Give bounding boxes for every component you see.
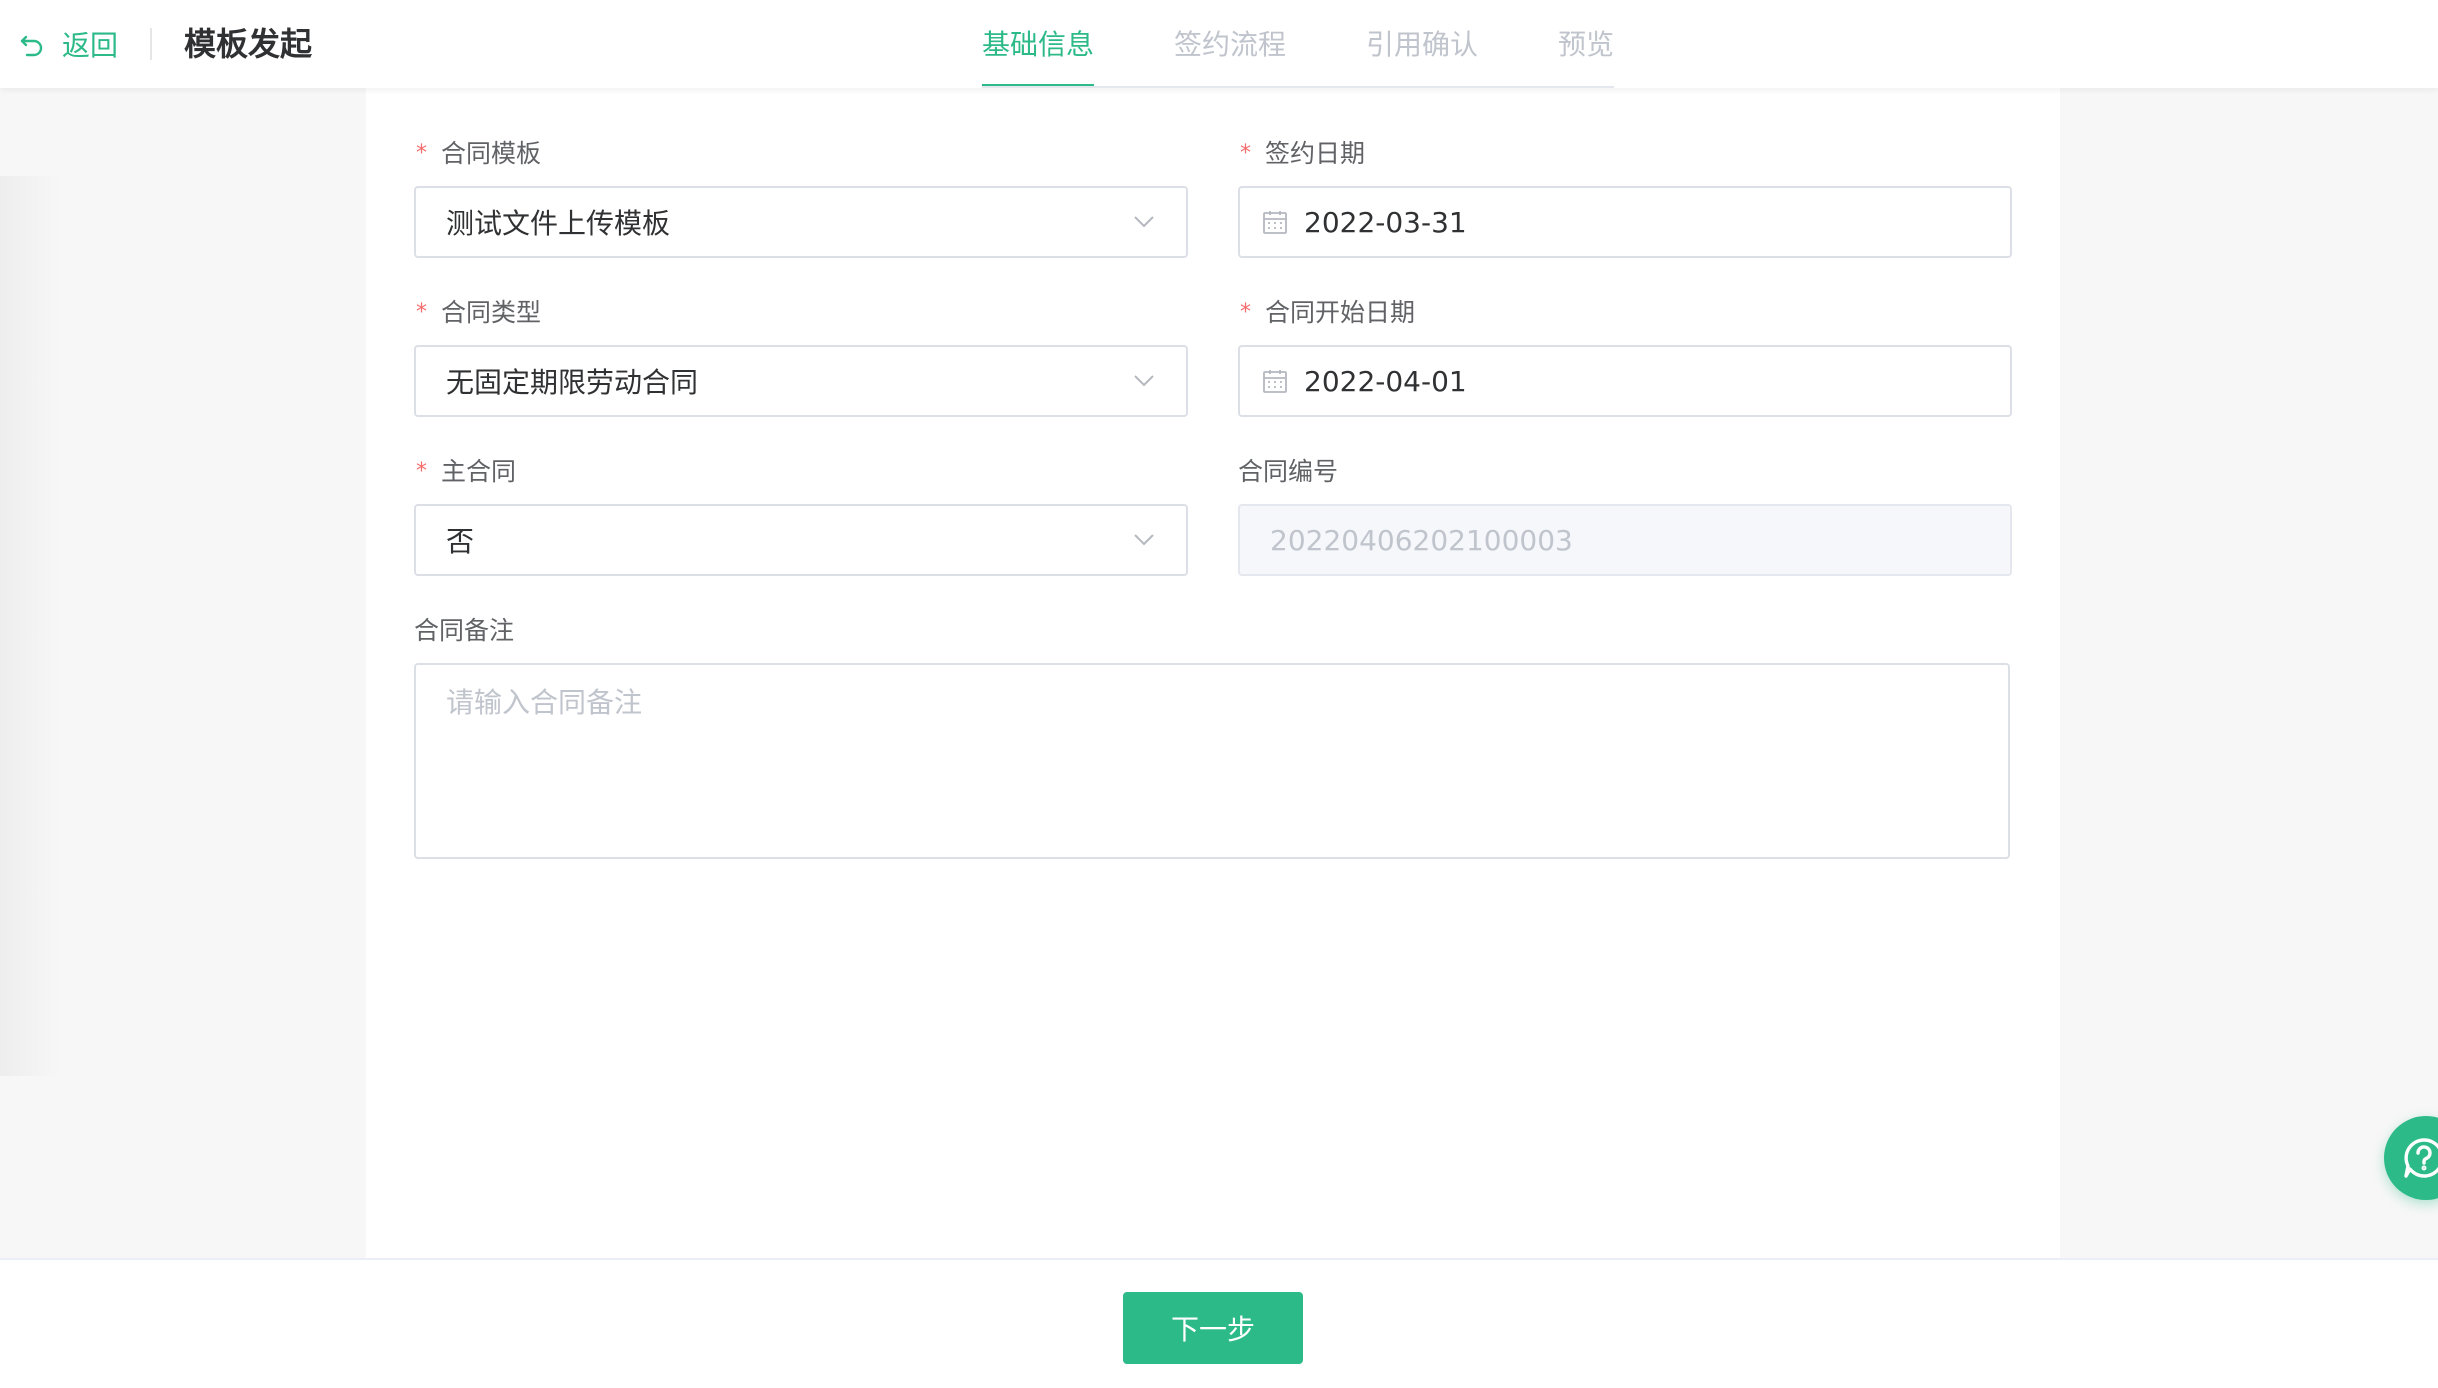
contract-type-value: 无固定期限劳动合同	[446, 366, 699, 399]
side-shadow	[0, 176, 60, 1076]
sign-date-picker[interactable]: 2022-03-31	[1238, 186, 2012, 258]
main-contract-select[interactable]: 否	[414, 504, 1188, 576]
field-contract-type: * 合同类型 无固定期限劳动合同	[414, 295, 1188, 417]
field-label: * 主合同	[414, 454, 1188, 490]
field-template: * 合同模板 测试文件上传模板	[414, 136, 1188, 258]
field-label: 合同备注	[414, 616, 515, 645]
field-main-contract: * 主合同 否	[414, 454, 1188, 576]
start-date-picker[interactable]: 2022-04-01	[1238, 345, 2012, 417]
tab-signing-flow[interactable]: 签约流程	[1174, 0, 1286, 88]
top-header: 返回 模板发起 基础信息 签约流程 引用确认 预览	[0, 0, 2438, 88]
remark-textarea[interactable]: 请输入合同备注	[414, 663, 2010, 859]
step-tabs: 基础信息 签约流程 引用确认 预览	[982, 0, 1614, 88]
chevron-down-icon	[1132, 528, 1156, 552]
template-select[interactable]: 测试文件上传模板	[414, 186, 1188, 258]
calendar-icon	[1262, 368, 1288, 394]
field-start-date: * 合同开始日期 2022-04-01	[1238, 295, 2012, 417]
help-float-button[interactable]	[2384, 1116, 2438, 1200]
required-mark: *	[416, 459, 427, 484]
footer-bar: 下一步	[0, 1258, 2438, 1388]
field-label: * 合同类型	[414, 295, 1188, 331]
start-date-value: 2022-04-01	[1304, 364, 1467, 398]
tabs-baseline	[982, 86, 1614, 88]
required-mark: *	[416, 300, 427, 325]
template-value: 测试文件上传模板	[446, 207, 671, 240]
calendar-icon	[1262, 209, 1288, 235]
page-title: 模板发起	[184, 25, 313, 63]
sign-date-value: 2022-03-31	[1304, 205, 1467, 239]
main-contract-value: 否	[446, 525, 475, 558]
contract-type-select[interactable]: 无固定期限劳动合同	[414, 345, 1188, 417]
required-mark: *	[1240, 300, 1251, 325]
tab-preview[interactable]: 预览	[1558, 0, 1614, 88]
tab-basic-info[interactable]: 基础信息	[982, 0, 1095, 88]
field-label: 合同编号	[1238, 457, 1339, 486]
tab-reference-confirm[interactable]: 引用确认	[1366, 0, 1478, 88]
required-mark: *	[416, 141, 427, 166]
required-mark: *	[1240, 141, 1251, 166]
field-contract-no: 合同编号 20220406202100003	[1238, 454, 2012, 576]
field-label: * 合同模板	[414, 136, 1188, 172]
contract-no-input: 20220406202100003	[1238, 504, 2012, 576]
chevron-down-icon	[1132, 210, 1156, 234]
field-label: * 签约日期	[1238, 136, 2012, 172]
contract-no-value: 20220406202100003	[1270, 523, 1573, 557]
field-label: * 合同开始日期	[1238, 295, 2012, 331]
back-label: 返回	[62, 29, 119, 62]
chevron-down-icon	[1132, 369, 1156, 393]
back-button[interactable]: 返回	[16, 22, 118, 66]
help-question-icon	[2402, 1136, 2438, 1180]
next-step-button[interactable]: 下一步	[1123, 1292, 1303, 1364]
undo-arrow-icon	[16, 28, 48, 60]
header-divider	[150, 28, 152, 60]
form-panel: * 合同模板 测试文件上传模板 * 签约日期 2022-03-31 * 合同类型…	[366, 88, 2060, 1258]
field-sign-date: * 签约日期 2022-03-31	[1238, 136, 2012, 258]
field-remark: 合同备注 请输入合同备注	[414, 613, 2010, 859]
